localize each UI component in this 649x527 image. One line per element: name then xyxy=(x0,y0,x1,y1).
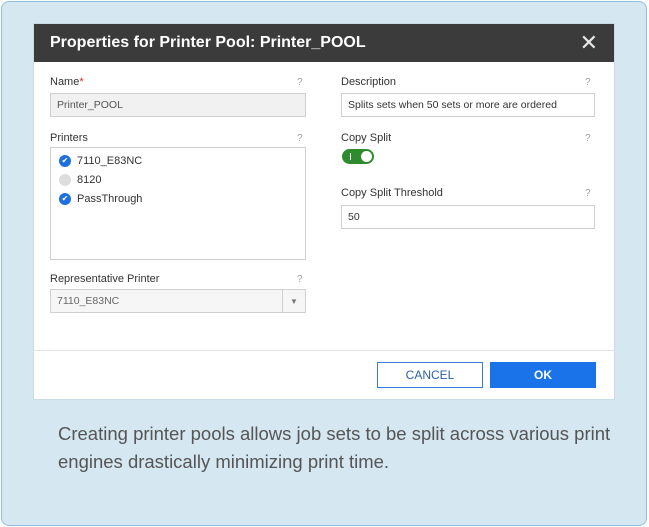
chevron-down-icon[interactable]: ▼ xyxy=(282,289,306,313)
check-circle-icon: ✔ xyxy=(59,192,71,205)
ok-button[interactable]: OK xyxy=(490,362,596,388)
printers-list: ✔ 7110_E83NC 8120 ✔ PassThrough xyxy=(50,147,306,260)
copy-split-threshold-field[interactable]: 50 xyxy=(341,205,595,229)
check-circle-icon: ✔ xyxy=(59,154,71,167)
description-field[interactable]: Splits sets when 50 sets or more are ord… xyxy=(341,93,595,117)
cancel-button[interactable]: CANCEL xyxy=(377,362,483,388)
description-help-icon[interactable]: ? xyxy=(585,77,591,88)
empty-circle-icon xyxy=(59,173,71,186)
list-item-printer-8120[interactable]: 8120 xyxy=(51,170,305,189)
copy-split-threshold-label: Copy Split Threshold xyxy=(341,187,443,199)
dialog-titlebar: Properties for Printer Pool: Printer_POO… xyxy=(34,24,614,62)
required-mark: * xyxy=(79,76,84,88)
name-label: Name* xyxy=(50,76,84,88)
toggle-knob xyxy=(361,151,372,162)
name-help-icon[interactable]: ? xyxy=(297,77,303,88)
close-icon[interactable]: ✕ xyxy=(580,32,598,54)
printer-pool-properties-dialog: Properties for Printer Pool: Printer_POO… xyxy=(34,24,614,399)
printer-label: 7110_E83NC xyxy=(77,154,143,167)
copy-split-label: Copy Split xyxy=(341,132,392,144)
footer-divider xyxy=(34,350,614,351)
printer-label: PassThrough xyxy=(77,192,143,205)
name-field[interactable]: Printer_POOL xyxy=(50,93,306,117)
copy-split-toggle[interactable] xyxy=(342,149,374,164)
list-item-printer-passthrough[interactable]: ✔ PassThrough xyxy=(51,189,305,208)
description-label: Description xyxy=(341,76,397,88)
printers-label: Printers xyxy=(50,132,88,144)
representative-printer-label: Representative Printer xyxy=(50,273,160,285)
toggle-on-mark xyxy=(350,153,351,160)
copy-split-help-icon[interactable]: ? xyxy=(585,133,591,144)
representative-printer-value: 7110_E83NC xyxy=(50,289,282,313)
list-item-printer-7110[interactable]: ✔ 7110_E83NC xyxy=(51,151,305,170)
representative-printer-help-icon[interactable]: ? xyxy=(297,274,303,285)
printers-help-icon[interactable]: ? xyxy=(297,133,303,144)
dialog-title: Properties for Printer Pool: Printer_POO… xyxy=(50,34,366,51)
printer-label: 8120 xyxy=(77,173,102,186)
copy-split-threshold-help-icon[interactable]: ? xyxy=(585,188,591,199)
representative-printer-select[interactable]: 7110_E83NC ▼ xyxy=(50,289,306,313)
caption-text: Creating printer pools allows job sets t… xyxy=(58,423,611,472)
